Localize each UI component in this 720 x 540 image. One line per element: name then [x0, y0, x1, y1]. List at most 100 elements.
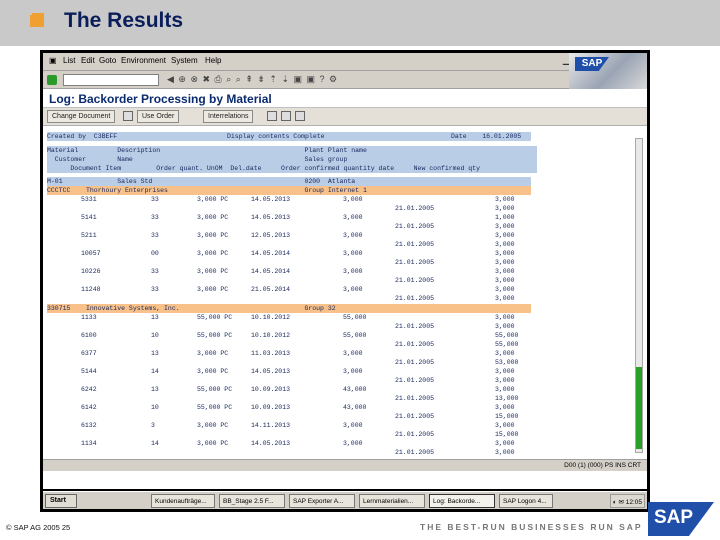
report-row[interactable]: 10057 00 3,000 PC 14.05.2014 3,000 3,000 — [47, 249, 531, 258]
report-row[interactable]: 6377 13 3,000 PC 11.03.2013 3,000 3,000 — [47, 349, 531, 358]
toolbar-icons[interactable]: ◀ ⊕ ⊗ ✖ ⎙ ⌕ ⌕ ⇞ ⇟ ⇡ ⇣ ▣ ▣ ? ⚙ — [167, 74, 338, 85]
report-row[interactable]: 21.01.2005 3,000 — [47, 448, 531, 457]
layout-icon[interactable] — [267, 111, 277, 121]
item-number: 33 — [151, 232, 159, 239]
report-row[interactable]: 5144 14 3,000 PC 14.05.2013 3,000 3,000 — [47, 367, 531, 376]
order-quantity: 3,000 PC — [197, 232, 229, 239]
sap-logo-icon: SAP — [575, 57, 609, 71]
report-row[interactable]: 6142 10 55,000 PC 10.09.2013 43,000 3,000 — [47, 403, 531, 412]
menu-environment[interactable]: Environment — [121, 56, 166, 65]
report-row[interactable]: 21.01.2005 3,000 — [47, 294, 531, 303]
filter-icon[interactable] — [281, 111, 291, 121]
new-confirmed-quantity: 3,000 — [495, 404, 515, 411]
command-field[interactable] — [63, 74, 159, 86]
task-button-active[interactable]: Log: Backorde... — [429, 494, 495, 508]
report-row[interactable]: 21.01.2005 15,000 — [47, 412, 531, 421]
report-row[interactable]: 1134 14 3,000 PC 14.05.2013 3,000 3,000 — [47, 439, 531, 448]
interrelations-button[interactable]: Interrelations — [203, 110, 254, 123]
report-row[interactable]: 21.01.2005 13,000 — [47, 394, 531, 403]
menu-system[interactable]: System — [171, 56, 198, 65]
task-button[interactable]: SAP Exporter A... — [289, 494, 355, 508]
report-row[interactable]: 5141 33 3,000 PC 14.05.2013 3,000 1,000 — [47, 213, 531, 222]
order-quantity: 55,000 PC — [197, 314, 233, 321]
item-number: 14 — [151, 440, 159, 447]
new-confirmed-quantity: 3,000 — [495, 205, 515, 212]
confirmed-date: 21.01.2005 — [395, 413, 435, 420]
document-number: 10057 — [81, 250, 101, 257]
column-header-2: Customer Name Sales group — [47, 155, 537, 164]
display-contents: Display contents Complete — [227, 133, 325, 140]
grid-icon[interactable] — [123, 111, 133, 121]
sap-header-logo: SAP — [569, 53, 647, 89]
item-number: 13 — [151, 314, 159, 321]
change-document-button[interactable]: Change Document — [47, 110, 116, 123]
task-button[interactable]: Kundenaufträge... — [151, 494, 215, 508]
new-confirmed-quantity: 3,000 — [495, 323, 515, 330]
item-number: 33 — [151, 268, 159, 275]
new-confirmed-quantity: 3,000 — [495, 368, 515, 375]
window-icon[interactable]: ▣ — [49, 56, 57, 65]
confirmed-quantity: 3,000 — [343, 440, 363, 447]
system-tray: ◐ ✉ 12:05 — [609, 494, 645, 508]
document-number: 5141 — [81, 214, 97, 221]
report-row[interactable]: 11248 33 3,000 PC 21.05.2014 3,000 3,000 — [47, 285, 531, 294]
start-button[interactable]: Start — [45, 494, 77, 508]
sort-icon[interactable] — [295, 111, 305, 121]
confirmed-date: 21.01.2005 — [395, 431, 435, 438]
report-row[interactable]: 21.01.2005 55,000 — [47, 340, 531, 349]
report-row[interactable]: 5331 33 3,000 PC 14.05.2013 3,000 3,000 — [47, 195, 531, 204]
confirmed-quantity: 3,000 — [343, 368, 363, 375]
menu-edit[interactable]: Edit — [81, 56, 95, 65]
slide-header: The Results — [0, 0, 720, 46]
confirmed-date: 21.01.2005 — [395, 341, 435, 348]
menu-list[interactable]: List — [63, 56, 75, 65]
order-quantity: 55,000 PC — [197, 404, 233, 411]
enter-icon[interactable] — [47, 75, 57, 85]
task-button[interactable]: Lernmaterialien... — [359, 494, 425, 508]
customer-row[interactable]: CCCTCC Thorhoury Enterprises Group Inter… — [47, 186, 531, 195]
report-row[interactable]: 21.01.2005 3,000 — [47, 222, 531, 231]
new-confirmed-quantity: 3,000 — [495, 449, 515, 456]
menu-goto[interactable]: Goto — [99, 56, 116, 65]
menu-help[interactable]: Help — [205, 56, 221, 65]
square-accent-icon — [24, 7, 32, 15]
delivery-date: 14.05.2013 — [251, 368, 291, 375]
new-confirmed-quantity: 13,000 — [495, 395, 519, 402]
report-row[interactable]: 6100 10 55,000 PC 10.10.2012 55,000 55,000 — [47, 331, 531, 340]
report-row[interactable]: 6242 13 55,000 PC 10.09.2013 43,000 3,000 — [47, 385, 531, 394]
status-text: D00 (1) (000) PS INS CRT — [564, 462, 641, 469]
report-row[interactable]: 6132 3 3,000 PC 14.11.2013 3,000 3,000 — [47, 421, 531, 430]
report-header-row: Created by C3BEFF Display contents Compl… — [47, 132, 531, 141]
report-row[interactable]: 1133 13 55,000 PC 10.10.2012 55,000 3,000 — [47, 313, 531, 322]
new-confirmed-quantity: 53,000 — [495, 359, 519, 366]
vertical-scrollbar[interactable] — [635, 138, 643, 453]
item-number: 10 — [151, 404, 159, 411]
report-row[interactable]: 21.01.2005 3,000 — [47, 258, 531, 267]
new-confirmed-quantity: 3,000 — [495, 259, 515, 266]
task-button[interactable]: BB_Stage 2.5 F... — [219, 494, 285, 508]
report-row[interactable]: 21.01.2005 53,000 — [47, 358, 531, 367]
screen-title: Log: Backorder Processing by Material — [49, 92, 272, 106]
order-quantity: 3,000 PC — [197, 368, 229, 375]
report-row[interactable]: 21.01.2005 3,000 — [47, 240, 531, 249]
task-button[interactable]: SAP Logon 4... — [499, 494, 553, 508]
new-confirmed-quantity: 3,000 — [495, 286, 515, 293]
confirmed-date: 21.01.2005 — [395, 241, 435, 248]
report-row[interactable]: 21.01.2005 3,000 — [47, 322, 531, 331]
order-quantity: 3,000 PC — [197, 250, 229, 257]
standard-toolbar: ◀ ⊕ ⊗ ✖ ⎙ ⌕ ⌕ ⇞ ⇟ ⇡ ⇣ ▣ ▣ ? ⚙ — [43, 71, 569, 89]
report-row[interactable]: 21.01.2005 3,000 — [47, 276, 531, 285]
new-confirmed-quantity: 3,000 — [495, 223, 515, 230]
report-row[interactable]: 21.01.2005 3,000 — [47, 204, 531, 213]
scrollbar-thumb[interactable] — [636, 367, 642, 449]
report-row[interactable]: 21.01.2005 15,000 — [47, 430, 531, 439]
new-confirmed-quantity: 3,000 — [495, 277, 515, 284]
clock: 12:05 — [625, 499, 642, 506]
created-by: Created by C3BEFF — [47, 133, 118, 140]
report-row[interactable]: 5211 33 3,000 PC 12.05.2013 3,000 3,000 — [47, 231, 531, 240]
report-row[interactable]: 21.01.2005 3,000 — [47, 376, 531, 385]
report-row[interactable]: 10226 33 3,000 PC 14.05.2014 3,000 3,000 — [47, 267, 531, 276]
use-order-button[interactable]: Use Order — [137, 110, 180, 123]
confirmed-quantity: 43,000 — [343, 386, 367, 393]
customer-row[interactable]: 330715 Innovative Systems, Inc. Group 32 — [47, 304, 531, 313]
